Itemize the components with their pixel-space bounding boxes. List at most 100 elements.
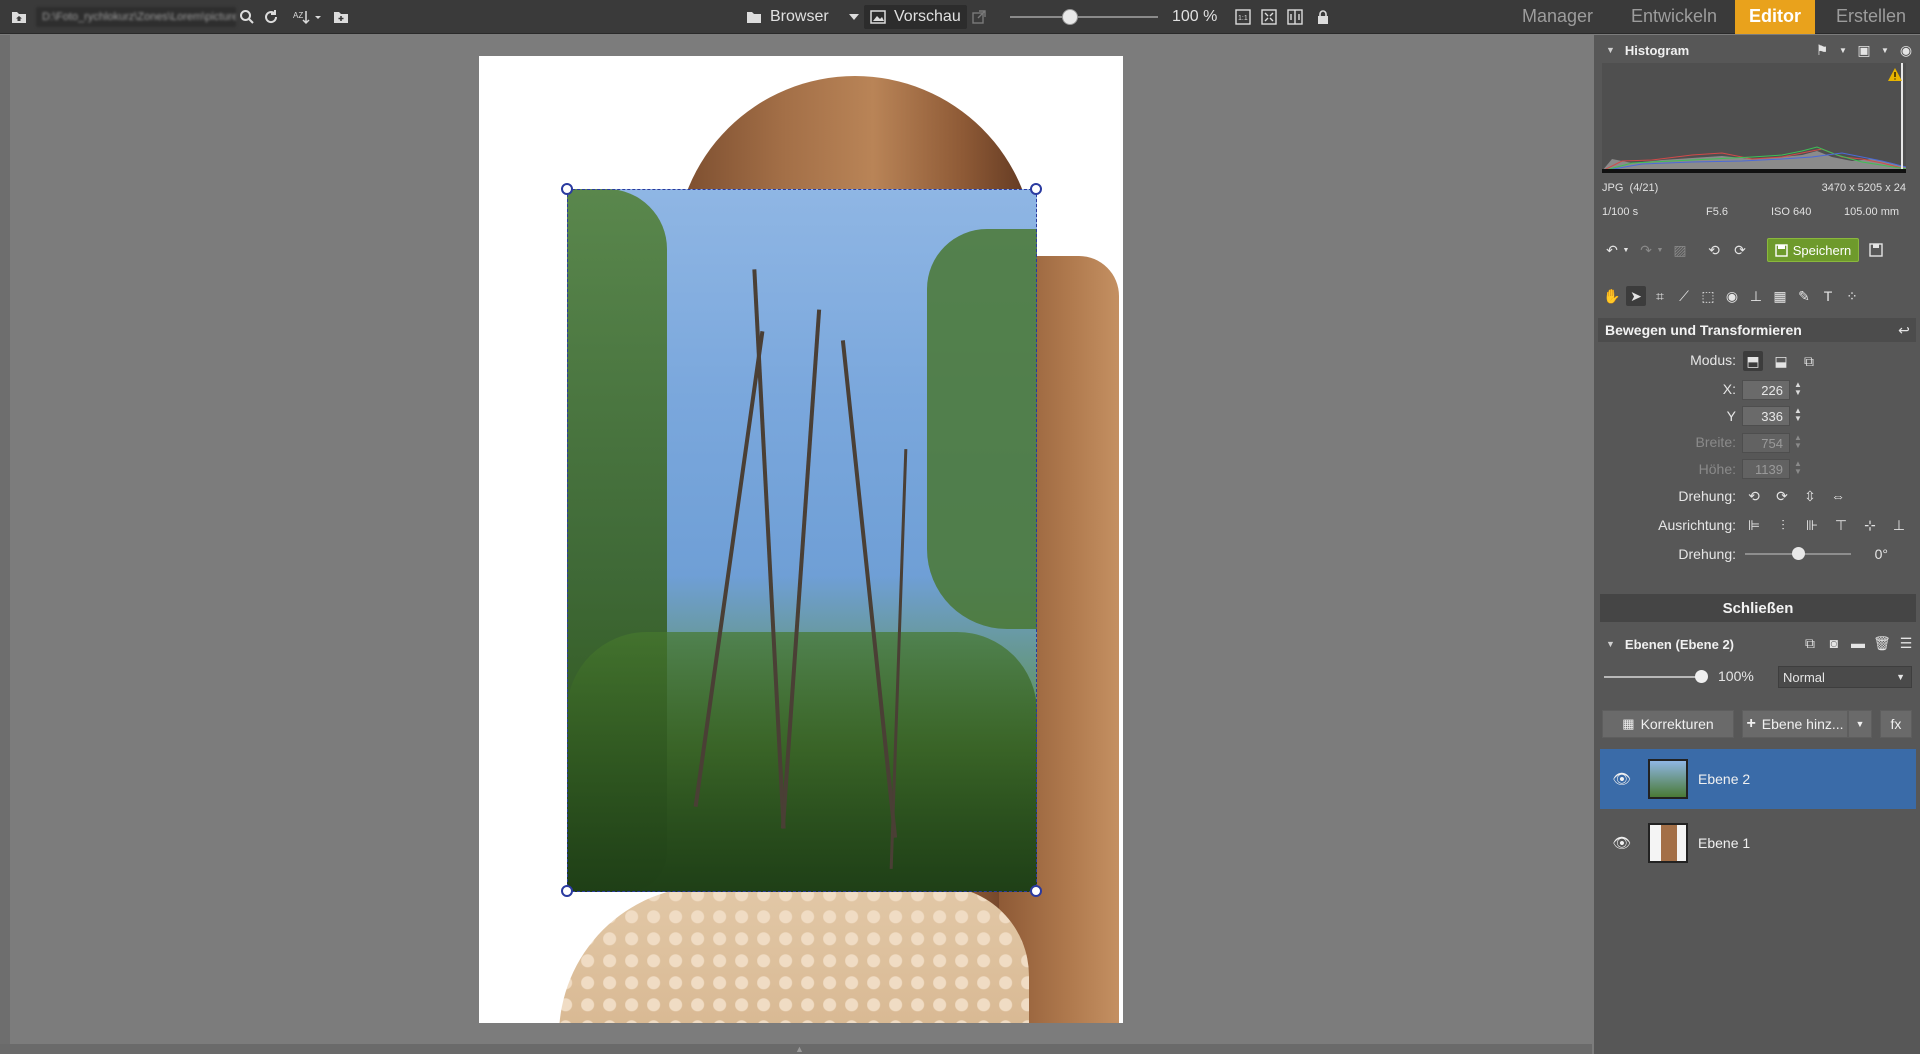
align-left-icon[interactable]: ⊫ [1744,515,1764,535]
opacity-slider-thumb[interactable] [1695,670,1708,683]
corrections-button[interactable]: ▦ Korrekturen [1602,710,1734,738]
x-input[interactable]: 226 [1742,380,1790,400]
red-eye-tool-icon[interactable]: ◉ [1722,286,1742,306]
layer-row-ebene-1[interactable]: 👁 Ebene 1 [1600,813,1916,873]
crop-tool-icon[interactable]: ⌗ [1650,286,1670,306]
image-canvas[interactable] [479,56,1123,1023]
opacity-value: 100% [1718,668,1754,684]
add-layer-dropdown[interactable]: ▼ [1848,710,1872,738]
tab-develop[interactable]: Entwickeln [1617,0,1731,34]
close-button[interactable]: Schließen [1600,594,1916,622]
browser-button[interactable]: Browser [740,5,835,29]
image-history-icon[interactable]: ▨ [1670,240,1690,260]
group-folder-icon[interactable]: ▬ [1848,633,1868,653]
brush-tool-icon[interactable]: ✎ [1794,286,1814,306]
redo-icon[interactable]: ↷ [1636,240,1656,260]
transform-handle-top-right[interactable] [1030,183,1042,195]
sort-icon[interactable]: AZ [290,0,326,34]
hand-tool-icon[interactable]: ✋ [1602,286,1622,306]
reset-icon[interactable]: ↩ [1894,320,1914,340]
svg-text:1:1: 1:1 [1238,15,1248,22]
chevron-down-icon[interactable]: ▼ [1622,240,1630,260]
fit-icon[interactable]: 1:1 [1232,0,1254,34]
y-label: Y [1726,408,1736,424]
height-input[interactable]: 1139 [1742,459,1790,479]
layers-menu-icon[interactable]: ☰ [1896,633,1916,653]
transform-section-header: Bewegen und Transformieren [1598,318,1916,342]
x-stepper[interactable]: ▲ ▼ [1794,381,1802,397]
zoom-slider-thumb[interactable] [1062,9,1078,25]
rotate-right-icon[interactable]: ⟳ [1730,240,1750,260]
rotate-left-icon[interactable]: ⟲ [1744,486,1764,506]
transform-handle-top-left[interactable] [561,183,573,195]
blend-mode-select[interactable]: Normal ▼ [1778,666,1912,688]
fullscreen-icon[interactable] [1258,0,1280,34]
chevron-down-icon[interactable]: ▼ [1656,240,1664,260]
search-icon[interactable] [236,0,258,34]
transform-handle-bottom-left[interactable] [561,885,573,897]
move-tool-icon[interactable]: ➤ [1626,286,1646,306]
transform-handle-bottom-right[interactable] [1030,885,1042,897]
undo-icon[interactable]: ↶ [1602,240,1622,260]
width-stepper[interactable]: ▲ ▼ [1794,434,1802,450]
rotate-left-icon[interactable]: ⟲ [1704,240,1724,260]
delete-layer-icon[interactable]: 🗑 [1872,633,1892,653]
layer-thumbnail [1648,823,1688,863]
visibility-eye-icon[interactable]: 👁 [1606,770,1638,788]
add-layer-button[interactable]: + Ebene hinz... [1742,710,1848,738]
align-top-icon[interactable]: ⊤ [1831,515,1851,535]
layer2-trees-photo[interactable] [567,189,1037,892]
align-center-v-icon[interactable]: ⊹ [1860,515,1880,535]
flip-vertical-icon[interactable]: ⇳ [1800,486,1820,506]
rotate-right-icon[interactable]: ⟳ [1772,486,1792,506]
chevron-down-icon[interactable] [844,0,864,34]
aperture: F5.6 [1706,206,1729,218]
path-field[interactable]: D:\Foto_rychlokurz\Zones\Lorem\pictures [36,7,236,27]
fx-button[interactable]: fx [1880,710,1912,738]
align-bottom-icon[interactable]: ⊥ [1889,515,1909,535]
perspective-tool-icon[interactable]: ⟋ [1674,286,1694,306]
flag-icon[interactable]: ⚑ [1812,40,1832,60]
opacity-slider-track[interactable] [1604,676,1702,678]
height-stepper[interactable]: ▲ ▼ [1794,460,1802,476]
flip-horizontal-icon[interactable]: ⇔ [1828,486,1848,506]
mode-normal-icon[interactable]: ⬒ [1743,351,1763,371]
alignment-buttons: ⊫ ⫶ ⊪ ⊤ ⊹ ⊥ [1744,515,1909,535]
chevron-down-icon[interactable]: ▼ [1838,40,1848,60]
external-window-icon[interactable] [968,0,990,34]
new-folder-icon[interactable] [330,0,352,34]
tab-manager[interactable]: Manager [1508,0,1607,34]
tab-create[interactable]: Erstellen [1822,0,1920,34]
y-input[interactable]: 336 [1742,406,1790,426]
layer-row-ebene-2[interactable]: 👁 Ebene 2 [1600,749,1916,809]
tab-editor[interactable]: Editor [1735,0,1815,34]
display-icon[interactable]: ▣ [1854,40,1874,60]
compare-icon[interactable] [1284,0,1306,34]
mode-perspective-icon[interactable]: ⧉ [1799,351,1819,371]
expand-filmstrip-icon[interactable]: ▲ [795,1044,804,1054]
preview-button[interactable]: Vorschau [864,5,967,29]
save-as-icon[interactable] [1866,240,1886,260]
visibility-eye-icon[interactable]: 👁 [1606,834,1638,852]
save-button[interactable]: Speichern [1767,238,1859,262]
more-tools-icon[interactable]: ⁘ [1842,286,1862,306]
clipping-warning-icon[interactable] [1888,68,1902,84]
target-icon[interactable]: ◉ [1896,40,1916,60]
stamp-tool-icon[interactable]: ⊥ [1746,286,1766,306]
mode-distort-icon[interactable]: ⬓ [1771,351,1791,371]
chevron-down-icon[interactable]: ▼ [1880,40,1890,60]
mask-icon[interactable]: ◙ [1824,633,1844,653]
home-folder-icon[interactable] [8,0,30,34]
width-input[interactable]: 754 [1742,433,1790,453]
rotation-slider-thumb[interactable] [1792,547,1805,560]
align-right-icon[interactable]: ⊪ [1802,515,1822,535]
y-stepper[interactable]: ▲ ▼ [1794,407,1802,423]
selection-tool-icon[interactable]: ⬚ [1698,286,1718,306]
zoom-slider-track[interactable] [1010,16,1158,18]
refresh-icon[interactable] [260,0,282,34]
filter-tool-icon[interactable]: ▦ [1770,286,1790,306]
text-tool-icon[interactable]: T [1818,286,1838,306]
lock-icon[interactable] [1312,0,1334,34]
align-center-h-icon[interactable]: ⫶ [1773,515,1793,535]
duplicate-layer-icon[interactable]: ⧉ [1800,633,1820,653]
